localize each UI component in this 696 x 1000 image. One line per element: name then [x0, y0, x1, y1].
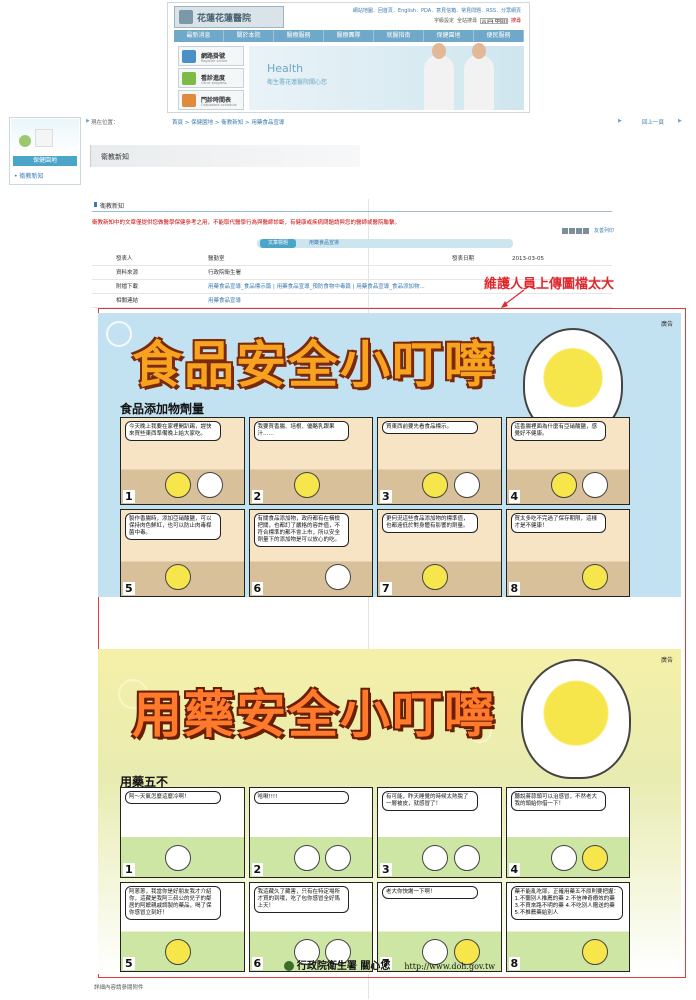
top-links[interactable]: 網站地圖．回首頁．English．PDA．意見信箱．常見問題．RSS．分眾網頁: [353, 7, 521, 14]
comic-panel: 這香腸裡面為什麼有亞硝酸鹽，感覺好不健康。 4: [505, 417, 630, 505]
comic-panel: 更何況這些食品添加物的標準值，也都遠低於對身體有影響的劑量。 7: [377, 509, 502, 597]
annotation-arrow-icon: [501, 289, 525, 308]
comic-panel: 有關食品添加物，政府都有在橫檢把關，也都訂了嚴格的容許值，不符合標準的都不會上市…: [248, 509, 373, 597]
comic-grid: 今天晚上我要在家裡開趴踢，趕快來買些東西準備晚上給大家吃。 1 我要買香腸、培根、…: [120, 417, 630, 597]
facebook-icon[interactable]: [562, 227, 568, 234]
sidebar-item-health-news[interactable]: • 衛教新知: [14, 171, 43, 180]
attachment-links[interactable]: 用藥食品宣導_食品標示篇 | 用藥食品宣導_預防食物中毒篇 | 用藥食品宣導_食…: [208, 280, 425, 294]
triangle-icon: ▶: [618, 118, 622, 124]
page-title: 衛教新知: [101, 153, 129, 161]
print-friendly-link[interactable]: 友善列印: [594, 227, 614, 234]
print-icon[interactable]: [583, 227, 589, 234]
comic-panel: 買太多吃不完過了保存期限，這樣才是不健康！ 8: [505, 509, 630, 597]
sidebar: 保健園地 • 衛教新知: [9, 117, 81, 185]
nav-item[interactable]: 便民服務: [474, 30, 524, 42]
outpatient-schedule-button[interactable]: 門診時間表 Outpatient schedule: [178, 90, 244, 110]
sidebar-heading: 保健園地: [13, 156, 77, 166]
egg-mascot-image: [521, 659, 631, 779]
comic-panel: 買東西前要先看食品標示。 3: [377, 417, 502, 505]
comic-panel: 阿～天氣怎麼這麼冷啊！ 1: [120, 787, 245, 878]
main-content: ▶ 現在位置： 首頁 > 保健園地 > 衛教新知 > 用藥食品宣導 ▶ 回上一頁…: [86, 113, 688, 1000]
disclaimer-text: 衛教新知中的文章僅提供您做醫學保健參考之用，不能取代醫學行為與醫師診斷，有健康或…: [92, 220, 401, 226]
site-header: 花蓮花蓮醫院 網站地圖．回首頁．English．PDA．意見信箱．常見問題．RS…: [167, 2, 530, 113]
clinic-progress-button[interactable]: 看診進度 Clinic progress: [178, 68, 244, 88]
comic-panel: 我要買香腸、培根、優酪乳跟果汁…… 2: [248, 417, 373, 505]
main-nav: 最新消息 關於本院 醫療服務 醫療團隊 就醫指南 保健園地 便民服務: [174, 30, 524, 42]
article-tabs: 文章標題 用藥食品宣導: [257, 239, 513, 248]
nav-item[interactable]: 就醫指南: [374, 30, 424, 42]
page-title-bar: 衛教新知: [90, 145, 360, 167]
hospital-logo[interactable]: 花蓮花蓮醫院: [174, 6, 284, 28]
sidebar-illustration: [11, 119, 79, 154]
section-title: 衛教新知: [93, 202, 125, 210]
search-input[interactable]: [479, 17, 508, 24]
progress-icon: [182, 72, 196, 85]
triangle-icon: ▶: [678, 118, 682, 124]
nav-item[interactable]: 保健園地: [424, 30, 474, 42]
comic-panel: 聽說蔣蒜頭可以治感冒，不然老大我的頭給你借一下！ 4: [505, 787, 630, 878]
share-tools: 友善列印: [562, 227, 614, 234]
calendar-icon: [182, 94, 196, 107]
nav-item[interactable]: 醫療服務: [274, 30, 324, 42]
search-button[interactable]: 搜尋: [511, 17, 521, 24]
online-register-button[interactable]: 網路掛號 Register online: [178, 46, 244, 66]
comic-panel: 有可能，昨天睡覺的時候太熱脫了一層被皮，就感冒了！ 3: [377, 787, 502, 878]
info-row: 發表人 醫勤室 發表日期 2013-03-05: [92, 252, 612, 266]
related-link[interactable]: 用藥食品宣導: [208, 294, 241, 308]
search-label: 全站搜尋: [456, 18, 477, 24]
comic-panel: 今天晚上我要在家裡開趴踢，趕快來買些東西準備晚上給大家吃。 1: [120, 417, 245, 505]
comic-panel: 哈啾!!!! 2: [248, 787, 373, 878]
plurk-icon[interactable]: [569, 227, 575, 234]
back-link[interactable]: 回上一頁: [642, 118, 664, 126]
doctor-image: [424, 43, 454, 110]
header-banner: Health 衛生署花蓮醫院關心您: [249, 43, 524, 110]
food-safety-poster: 廣告 食品安全小叮嚀 食品添加物劑量 今天晚上我要在家裡開趴踢，趕快來買些東西準…: [98, 313, 681, 597]
doctor-image: [464, 43, 494, 110]
top-tools: 字級設定 全站搜尋 搜尋: [434, 17, 521, 24]
poster-signature: 行政院衛生署 關心您 http://www.doh.gov.tw: [98, 957, 681, 972]
twitter-icon[interactable]: [576, 227, 582, 234]
poster-title: 食品安全小叮嚀: [132, 336, 496, 394]
poster-subtitle: 食品添加物劑量: [120, 402, 205, 416]
info-row: 相關連結 用藥食品宣導: [92, 294, 612, 308]
comic-panel: 製作香腸時，添加亞硝酸鹽，可以保持肉色鮮紅，也可以防止肉毒桿菌中毒。 5: [120, 509, 245, 597]
medication-safety-poster: 廣告 用藥安全小叮嚀 用藥五不 阿～天氣怎麼這麼冷啊！ 1 哈啾!!!! 2 有可能…: [98, 649, 681, 974]
nav-item[interactable]: 醫療團隊: [324, 30, 374, 42]
nav-item[interactable]: 關於本院: [224, 30, 274, 42]
logo-icon: [179, 10, 193, 24]
footer-note: 詳細內容請參閱附件: [94, 985, 144, 991]
tab-article-title[interactable]: 文章標題: [260, 239, 296, 248]
register-icon: [182, 50, 196, 63]
doh-seal-icon: [283, 961, 294, 971]
poster-title: 用藥安全小叮嚀: [132, 686, 496, 744]
comic-grid: 阿～天氣怎麼這麼冷啊！ 1 哈啾!!!! 2 有可能，昨天睡覺的時候太熱脫了一層被皮…: [120, 787, 630, 972]
nav-item[interactable]: 最新消息: [174, 30, 224, 42]
tab-article-name[interactable]: 用藥食品宣導: [309, 239, 339, 248]
triangle-icon: ▶: [86, 118, 90, 124]
breadcrumb-path[interactable]: 首頁 > 保健園地 > 衛教新知 > 用藥食品宣導: [172, 118, 284, 126]
